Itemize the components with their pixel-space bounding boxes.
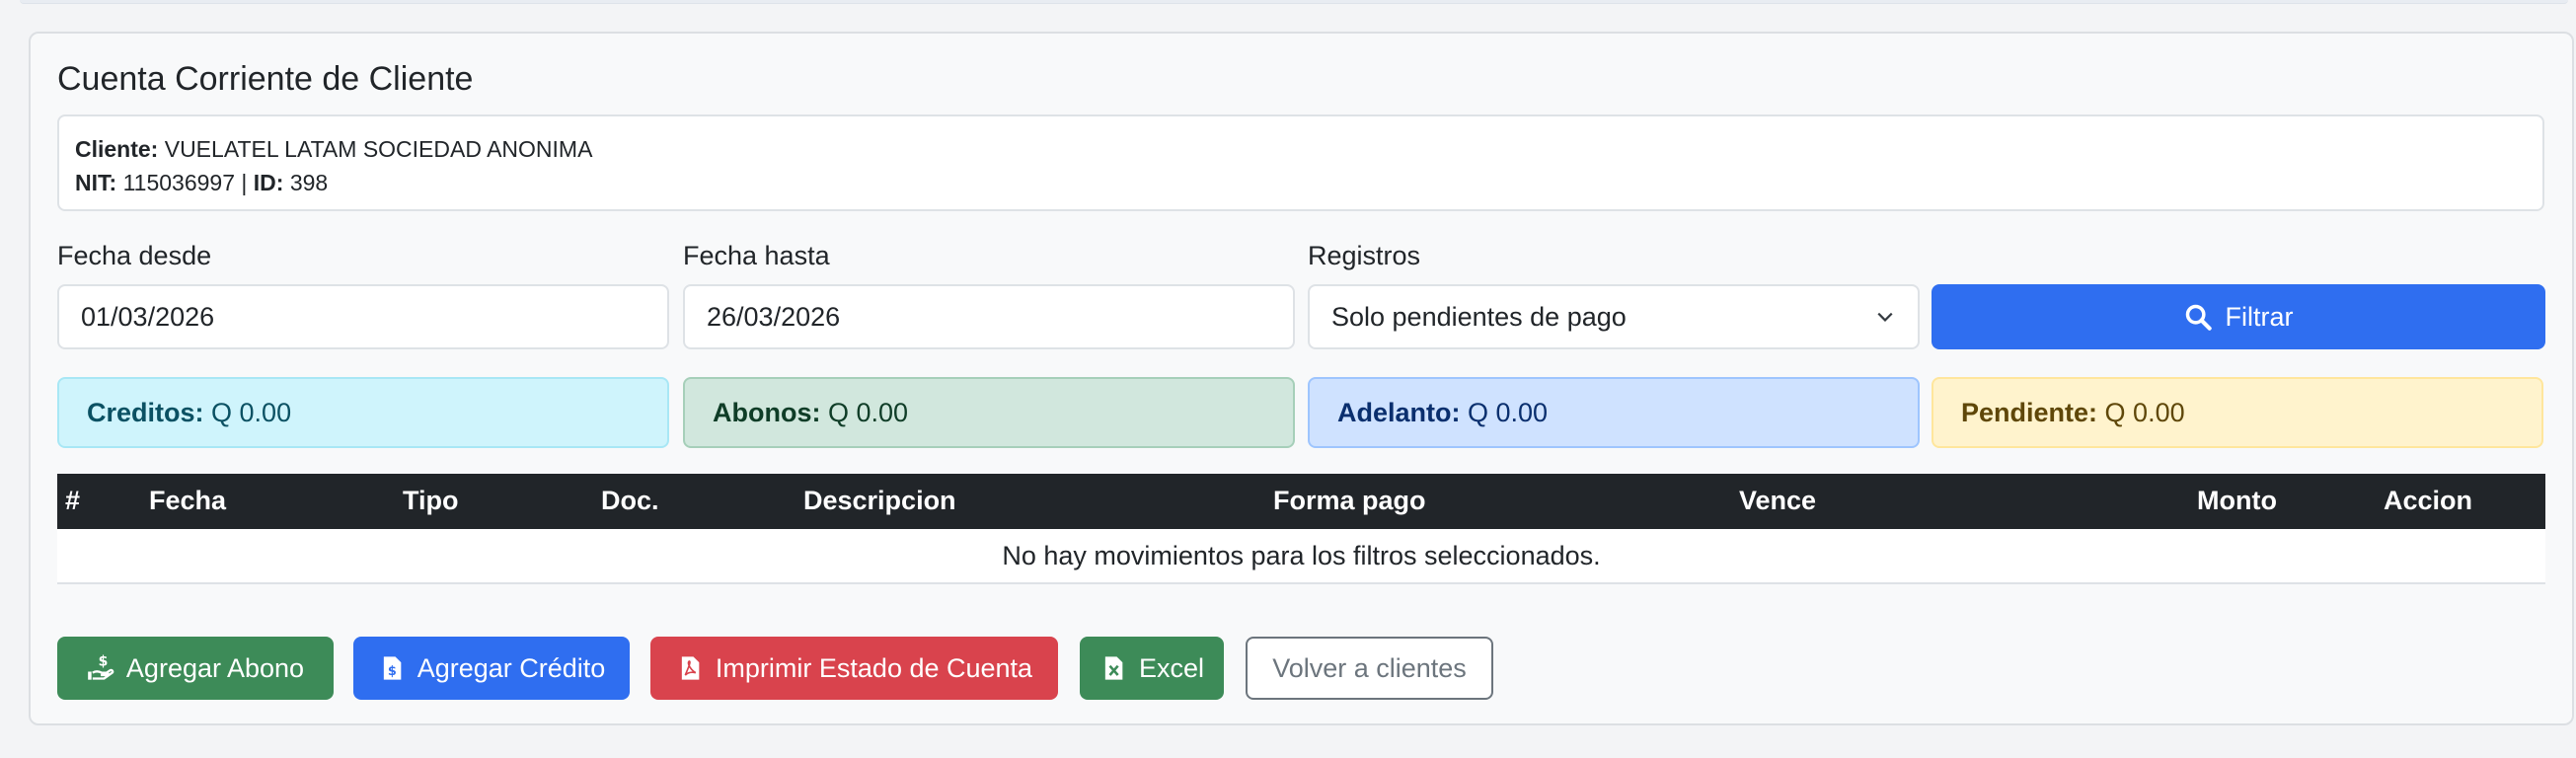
adelanto-summary: Adelanto: Q 0.00 xyxy=(1308,377,1920,448)
fecha-desde-input[interactable]: 01/03/2026 xyxy=(57,284,669,349)
account-card: Cuenta Corriente de Cliente Cliente: VUE… xyxy=(29,32,2574,725)
registros-label: Registros xyxy=(1308,241,1421,270)
creditos-summary: Creditos: Q 0.00 xyxy=(57,377,669,448)
id-label: ID: xyxy=(253,170,284,195)
filter-button[interactable]: Filtrar xyxy=(1932,284,2545,349)
col-tipo: Tipo xyxy=(403,486,459,515)
search-icon xyxy=(2185,304,2212,331)
svg-text:$: $ xyxy=(99,654,109,670)
registros-selected-value: Solo pendientes de pago xyxy=(1331,302,1627,332)
table-header: # Fecha Tipo Doc. Descripcion Forma pago… xyxy=(57,474,2545,529)
print-statement-label: Imprimir Estado de Cuenta xyxy=(715,652,1033,683)
client-name: VUELATEL LATAM SOCIEDAD ANONIMA xyxy=(164,136,593,162)
back-to-clients-button[interactable]: Volver a clientes xyxy=(1246,637,1493,700)
abonos-value: Q 0.00 xyxy=(828,398,909,427)
excel-button[interactable]: Excel xyxy=(1080,637,1224,700)
id-value: 398 xyxy=(289,170,329,195)
chevron-down-icon xyxy=(1877,312,1893,322)
add-payment-label: Agregar Abono xyxy=(125,652,305,683)
page-title: Cuenta Corriente de Cliente xyxy=(57,60,474,98)
col-fecha: Fecha xyxy=(149,486,227,515)
excel-label: Excel xyxy=(1138,652,1205,683)
client-label: Cliente: xyxy=(75,136,159,162)
add-credit-label: Agregar Crédito xyxy=(417,652,606,683)
fecha-desde-label: Fecha desde xyxy=(57,241,212,270)
pendiente-summary: Pendiente: Q 0.00 xyxy=(1932,377,2543,448)
svg-text:$: $ xyxy=(388,664,397,679)
id-separator: | xyxy=(241,170,248,195)
invoice-dollar-icon: $ xyxy=(383,656,402,680)
pdf-file-icon xyxy=(681,656,700,680)
client-info-box: Cliente: VUELATEL LATAM SOCIEDAD ANONIMA… xyxy=(57,114,2544,211)
excel-file-icon xyxy=(1104,656,1123,680)
add-payment-button[interactable]: $ Agregar Abono xyxy=(57,637,334,700)
nit-label: NIT: xyxy=(75,170,117,195)
client-line: Cliente: VUELATEL LATAM SOCIEDAD ANONIMA xyxy=(75,132,2527,166)
col-vence: Vence xyxy=(1739,486,1817,515)
pendiente-label: Pendiente: xyxy=(1961,398,2098,427)
abonos-label: Abonos: xyxy=(713,398,821,427)
registros-select[interactable]: Solo pendientes de pago xyxy=(1308,284,1920,349)
filter-button-label: Filtrar xyxy=(2225,301,2294,332)
col-number: # xyxy=(65,486,81,515)
nit-value: 115036997 xyxy=(122,170,235,195)
creditos-value: Q 0.00 xyxy=(211,398,292,427)
client-ids-line: NIT: 115036997 | ID: 398 xyxy=(75,166,2527,199)
creditos-label: Creditos: xyxy=(87,398,204,427)
col-monto: Monto xyxy=(2197,486,2277,515)
col-doc: Doc. xyxy=(601,486,659,515)
adelanto-value: Q 0.00 xyxy=(1468,398,1549,427)
col-descripcion: Descripcion xyxy=(803,486,956,515)
pendiente-value: Q 0.00 xyxy=(2104,398,2185,427)
top-shade xyxy=(20,0,2568,4)
fecha-hasta-label: Fecha hasta xyxy=(683,241,830,270)
col-forma-pago: Forma pago xyxy=(1273,486,1426,515)
add-credit-button[interactable]: $ Agregar Crédito xyxy=(353,637,630,700)
col-accion: Accion xyxy=(2384,486,2473,515)
adelanto-label: Adelanto: xyxy=(1337,398,1461,427)
hand-coin-icon: $ xyxy=(88,654,114,680)
fecha-hasta-input[interactable]: 26/03/2026 xyxy=(683,284,1295,349)
print-statement-button[interactable]: Imprimir Estado de Cuenta xyxy=(650,637,1058,700)
top-strip xyxy=(0,0,2576,6)
empty-table-row: No hay movimientos para los filtros sele… xyxy=(57,529,2545,584)
abonos-summary: Abonos: Q 0.00 xyxy=(683,377,1295,448)
